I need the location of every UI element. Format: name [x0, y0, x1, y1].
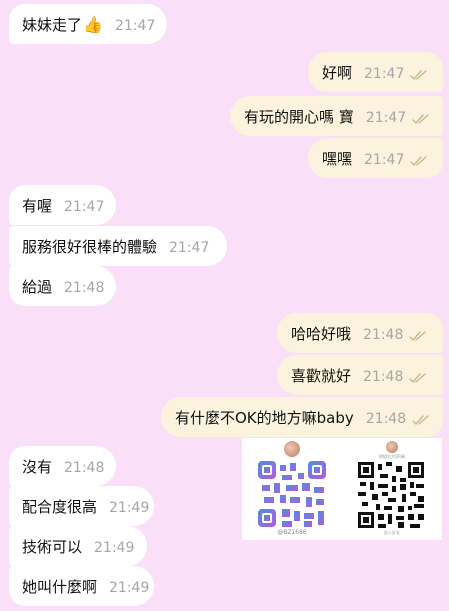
message-text: 嘿嘿 [322, 149, 353, 168]
incoming-message-bubble[interactable]: 配合度很高 21:49 [9, 486, 154, 526]
message-text: 妹妹走了 [22, 15, 83, 34]
thumbs-up-emoji: 👍 [83, 14, 103, 34]
message-timestamp: 21:48 [64, 460, 105, 476]
incoming-message-bubble[interactable]: 技術可以 21:49 [9, 526, 147, 566]
message-text: 好啊 [322, 63, 353, 82]
incoming-message-bubble[interactable]: 她叫什麼啊 21:49 [9, 566, 154, 606]
message-timestamp: 21:48 [363, 369, 404, 385]
outgoing-message-bubble[interactable]: 喜歡就好 21:48 [277, 355, 443, 395]
read-ticks-icon [410, 156, 428, 166]
message-timestamp: 21:48 [365, 411, 407, 427]
read-ticks-icon [409, 331, 427, 341]
qr-code-image[interactable]: @BZ1686 掃描右方QR碼 加入好友 [242, 438, 442, 540]
message-text: 哈哈好哦 [291, 324, 352, 343]
avatar [386, 441, 398, 453]
message-text: 給過 [22, 277, 53, 296]
qr-right-footer: 加入好友 [384, 530, 400, 535]
message-timestamp: 21:49 [94, 540, 135, 556]
qr-right-panel: 掃描右方QR碼 加入好友 [342, 438, 442, 540]
message-timestamp: 21:47 [64, 199, 105, 215]
message-timestamp: 21:49 [109, 500, 150, 516]
incoming-message-bubble[interactable]: 沒有 21:48 [9, 446, 116, 486]
message-text: 技術可以 [22, 537, 83, 556]
message-text: 服務很好很棒的體驗 [22, 237, 158, 256]
incoming-message-bubble[interactable]: 給過 21:48 [9, 266, 116, 306]
read-ticks-icon [412, 415, 429, 425]
message-timestamp: 21:47 [114, 18, 156, 34]
message-timestamp: 21:47 [364, 66, 405, 82]
message-text: 配合度很高 [22, 497, 98, 516]
message-timestamp: 21:47 [169, 240, 210, 256]
outgoing-message-bubble[interactable]: 嘿嘿 21:47 [308, 138, 443, 178]
message-timestamp: 21:48 [64, 280, 105, 296]
qr-code-right [358, 462, 424, 528]
message-timestamp: 21:49 [109, 580, 150, 596]
read-ticks-icon [409, 373, 427, 383]
outgoing-message-bubble[interactable]: 哈哈好哦 21:48 [277, 313, 443, 353]
qr-left-panel: @BZ1686 [242, 438, 342, 540]
avatar [284, 441, 300, 457]
message-timestamp: 21:48 [363, 327, 404, 343]
incoming-message-bubble[interactable]: 服務很好很棒的體驗 21:47 [9, 226, 227, 266]
qr-left-caption: @BZ1686 [277, 529, 307, 536]
outgoing-message-bubble[interactable]: 好啊 21:47 [308, 52, 443, 92]
message-timestamp: 21:47 [364, 152, 405, 168]
qr-code-left [258, 461, 326, 527]
message-text: 她叫什麼啊 [22, 577, 98, 596]
incoming-message-bubble[interactable]: 有喔 21:47 [9, 185, 116, 225]
message-timestamp: 21:47 [365, 110, 407, 126]
message-text: 有什麼不OK的地方嘛baby [175, 408, 354, 427]
message-text: 有玩的開心嗎 寶 [244, 107, 354, 126]
message-text: 喜歡就好 [291, 366, 352, 385]
read-ticks-icon [410, 70, 428, 80]
message-text: 有喔 [22, 196, 53, 215]
outgoing-message-bubble[interactable]: 有玩的開心嗎 寶 21:47 [230, 96, 443, 136]
qr-right-header: 掃描右方QR碼 [379, 454, 405, 459]
outgoing-message-bubble[interactable]: 有什麼不OK的地方嘛baby 21:48 [161, 397, 443, 437]
message-text: 沒有 [22, 457, 53, 476]
read-ticks-icon [412, 114, 429, 124]
incoming-message-bubble[interactable]: 妹妹走了 👍 21:47 [9, 4, 167, 44]
